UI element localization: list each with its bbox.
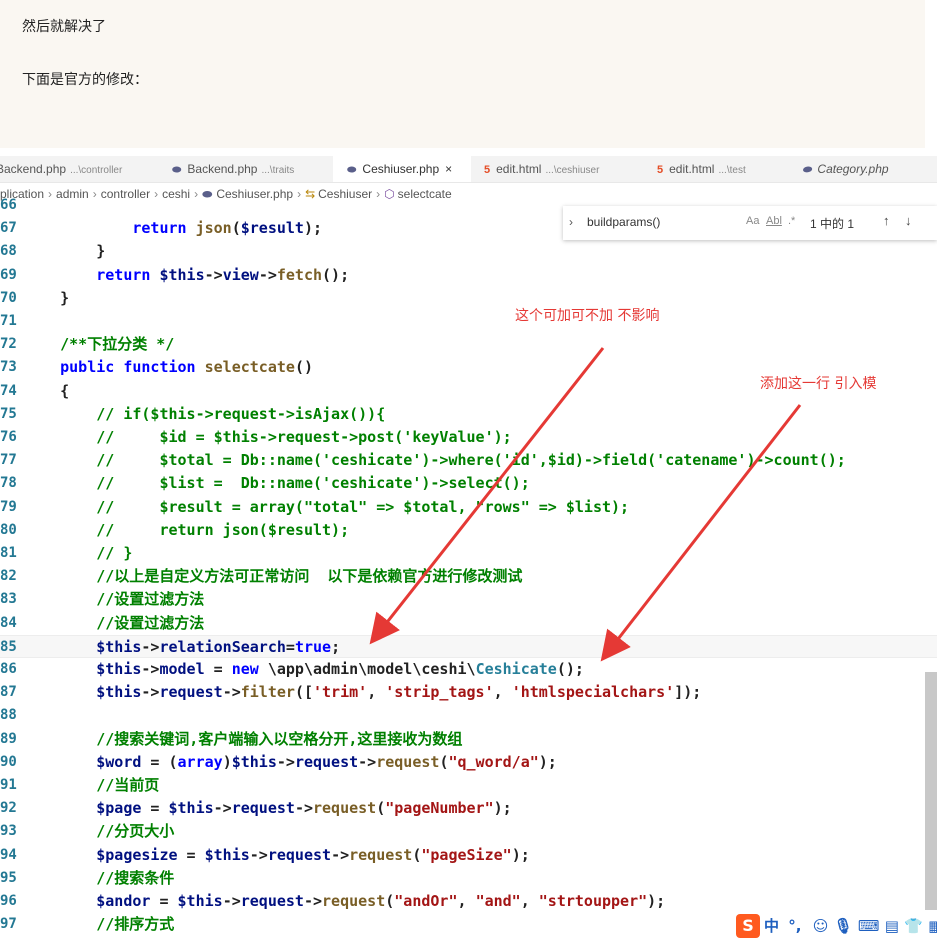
shirt-icon[interactable]: 👕 [904, 917, 923, 935]
arrow-to-relation-search [369, 347, 605, 645]
emoji-icon[interactable]: ☺ [813, 917, 829, 935]
ime-toolbar: S中 °, ☺ 🎙 ⌨ ▤ 👕 ▦ [732, 910, 937, 942]
ime-punctuation[interactable]: °, [788, 917, 801, 935]
arrow-to-model-line [600, 404, 802, 662]
annotation-arrows [369, 347, 802, 662]
toolbox-icon[interactable]: ▤ [885, 917, 899, 935]
mic-icon[interactable]: 🎙 [834, 917, 853, 935]
sogou-logo-icon[interactable]: S [736, 914, 760, 938]
keyboard-icon[interactable]: ⌨ [858, 917, 880, 935]
ime-language[interactable]: 中 [764, 917, 779, 935]
grid-icon[interactable]: ▦ [928, 917, 937, 935]
